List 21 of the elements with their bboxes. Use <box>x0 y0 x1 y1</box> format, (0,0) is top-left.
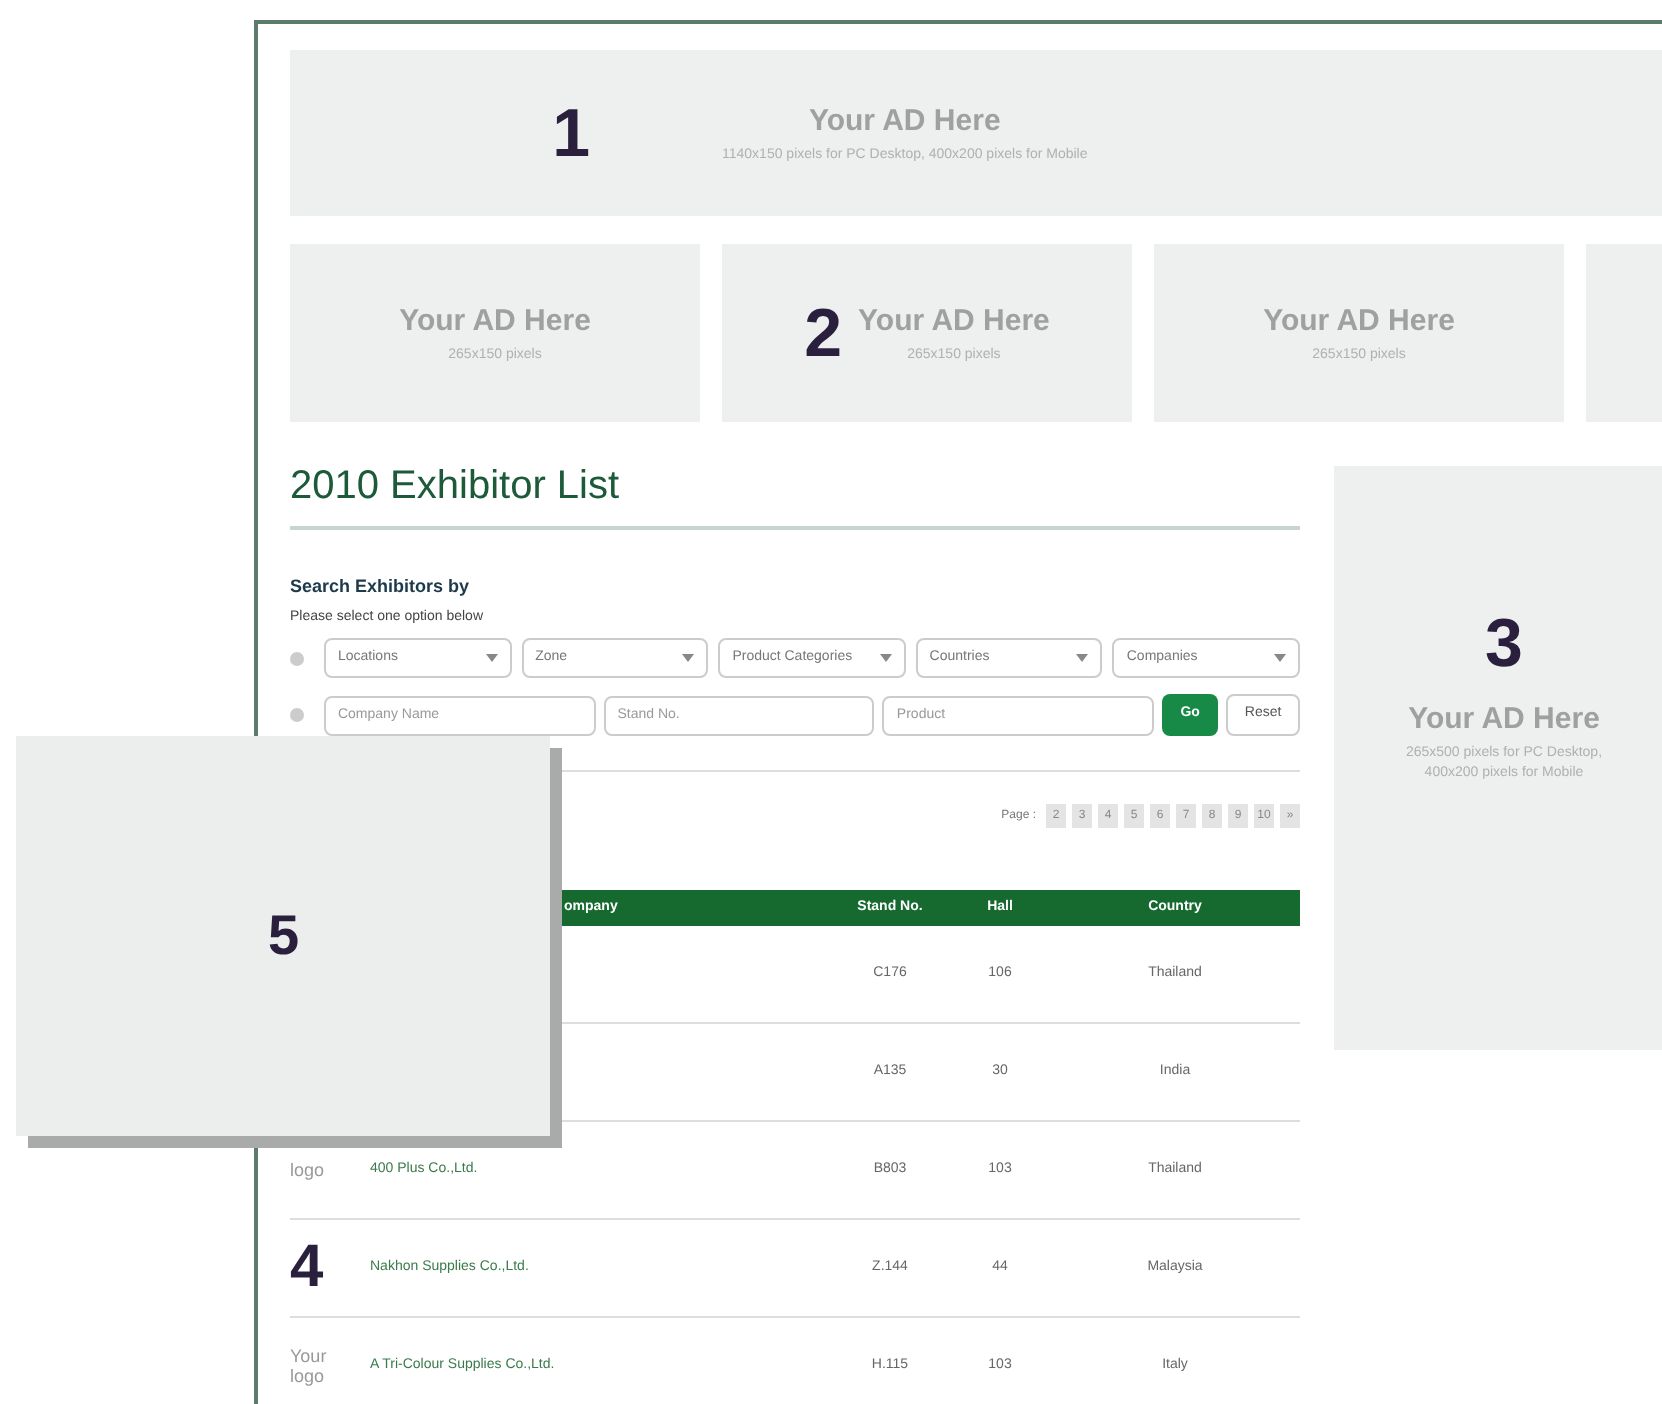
page-heading: 2010 Exhibitor List <box>290 466 1300 530</box>
caret-icon <box>485 654 498 662</box>
logo-text: logo <box>290 1160 325 1180</box>
ad-title: Your AD Here <box>399 302 591 342</box>
caret-icon <box>682 654 695 662</box>
ad-number: 3 <box>1485 610 1523 678</box>
ad-number: 5 <box>268 908 300 964</box>
ad-number: 1 <box>552 99 590 167</box>
search-title: Search Exhibitors by <box>290 574 472 600</box>
caret-icon <box>1273 654 1286 662</box>
caret-icon <box>1076 654 1089 662</box>
ad-number: 2 <box>804 299 843 367</box>
radio-button[interactable] <box>290 708 304 722</box>
radio-button[interactable] <box>290 651 304 665</box>
caret-icon <box>879 654 892 662</box>
ad-number: 4 <box>290 1238 324 1298</box>
ad-title: Your AD Here <box>858 302 1050 342</box>
ad-title: Your AD Here <box>1408 700 1600 740</box>
logo-text: Your logo <box>290 1346 327 1386</box>
ad-title: Your AD Here <box>1263 302 1455 342</box>
ad-title: Your AD Here <box>808 102 1001 142</box>
